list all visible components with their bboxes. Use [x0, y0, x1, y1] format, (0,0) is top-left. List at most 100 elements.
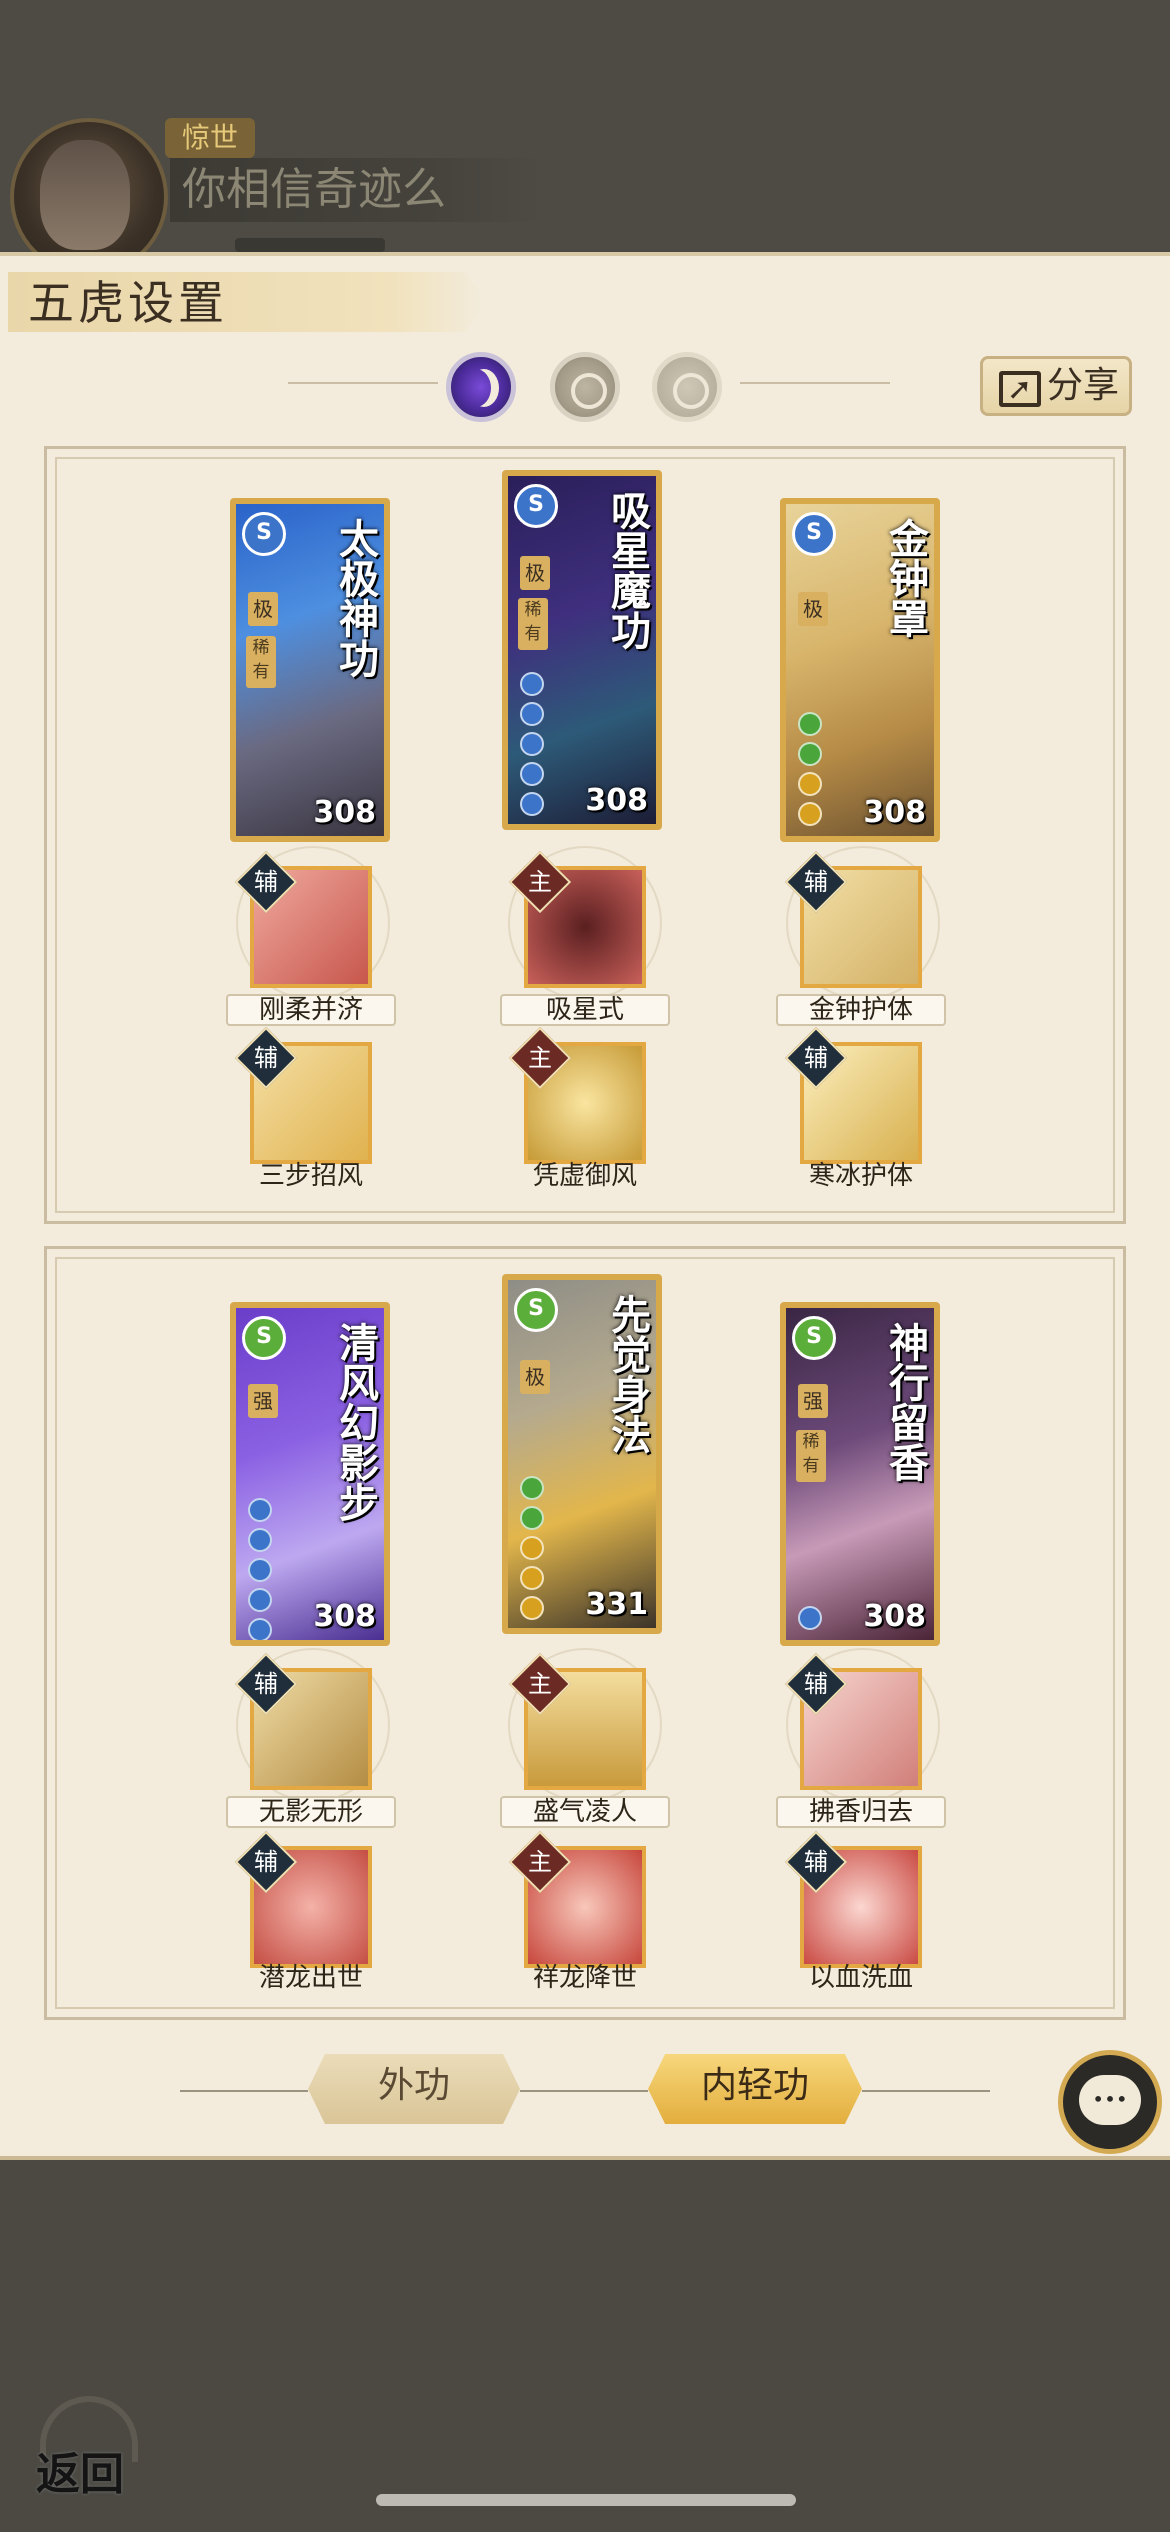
card-grade: 极 — [798, 592, 828, 626]
card-grade: 极 — [520, 556, 550, 590]
card-grade: 极 — [520, 1360, 550, 1394]
skill-slot[interactable]: 辅 — [784, 1830, 922, 1968]
player-nickname: 你相信奇迹么 — [170, 158, 542, 222]
orb — [248, 1558, 272, 1582]
tab-moon-purple[interactable] — [446, 352, 516, 422]
skill-name: 无影无形 — [226, 1796, 396, 1828]
orb — [798, 742, 822, 766]
card-type-badge: S — [792, 1316, 836, 1360]
orb — [520, 1566, 544, 1590]
card-type-badge: S — [792, 512, 836, 556]
skill-slot[interactable]: 辅 — [784, 1652, 922, 1790]
skill-slot[interactable]: 主 — [508, 1830, 646, 1968]
orb — [248, 1618, 272, 1640]
martial-card[interactable]: S 强 稀有 神行留香 308 — [780, 1302, 940, 1646]
orb — [520, 672, 544, 696]
card-grade: 强 — [248, 1384, 278, 1418]
tab-neiqinggong[interactable]: 内轻功 — [648, 2054, 862, 2124]
martial-card[interactable]: S 极 稀有 吸星魔功 308 — [502, 470, 662, 830]
tab-moon-gray[interactable] — [652, 352, 722, 422]
orb — [520, 1506, 544, 1530]
card-orbs — [798, 1606, 822, 1636]
skill-slot[interactable]: 辅 — [234, 850, 372, 988]
share-label: 分享 — [1047, 365, 1120, 406]
card-grade: 极 — [248, 592, 278, 626]
card-level: 308 — [863, 795, 926, 830]
martial-card[interactable]: S 极 稀有 太极神功 308 — [230, 498, 390, 842]
card-name: 先觉身法 — [604, 1294, 651, 1454]
skill-tag-label: 辅 — [254, 868, 278, 896]
skill-name: 三步招风 — [258, 1161, 363, 1191]
card-level: 308 — [585, 783, 648, 818]
skill-name: 以血洗血 — [808, 1963, 913, 1993]
card-orbs — [520, 672, 544, 822]
card-name: 太极神功 — [332, 518, 379, 678]
card-name: 吸星魔功 — [604, 490, 651, 650]
card-type-badge: S — [242, 512, 286, 556]
share-button[interactable]: 分享 — [980, 356, 1132, 417]
card-name: 清风幻影步 — [332, 1322, 379, 1522]
skill-slot[interactable]: 辅 — [234, 1026, 372, 1164]
card-name: 金钟罩 — [882, 518, 929, 638]
martial-card[interactable]: S 强 清风幻影步 308 — [230, 1302, 390, 1646]
bottom-divider-middle — [520, 2090, 648, 2092]
card-orbs — [798, 712, 822, 832]
score-strip — [235, 238, 385, 252]
skill-tag-label: 辅 — [254, 1044, 278, 1072]
back-label: 返回 — [36, 2449, 124, 2500]
skill-name: 金钟护体 — [776, 994, 946, 1026]
player-avatar — [40, 140, 130, 250]
card-type-badge: S — [242, 1316, 286, 1360]
orb — [798, 1606, 822, 1630]
skill-name: 凭虚御风 — [532, 1161, 637, 1191]
card-rare-tag: 稀有 — [796, 1430, 826, 1482]
orb — [520, 732, 544, 756]
orb — [798, 772, 822, 796]
card-type-badge: S — [514, 484, 558, 528]
panel-title: 五虎设置 — [28, 276, 228, 330]
orb — [520, 1536, 544, 1560]
card-name: 神行留香 — [882, 1322, 929, 1482]
home-indicator — [376, 2494, 796, 2506]
card-rare-tag: 稀有 — [518, 598, 548, 650]
skill-slot[interactable]: 辅 — [784, 1026, 922, 1164]
card-level: 331 — [585, 1587, 648, 1622]
orb — [248, 1528, 272, 1552]
card-grade: 强 — [798, 1384, 828, 1418]
skill-tag-label: 辅 — [254, 1670, 278, 1698]
skill-slot[interactable]: 辅 — [234, 1652, 372, 1790]
card-orbs — [248, 1498, 272, 1640]
orb — [248, 1588, 272, 1612]
orb — [798, 712, 822, 736]
card-type-badge: S — [514, 1288, 558, 1332]
share-icon — [999, 363, 1041, 417]
skill-slot[interactable]: 主 — [508, 850, 646, 988]
skill-name: 潜龙出世 — [258, 1963, 363, 1993]
skill-tag-label: 主 — [528, 1044, 552, 1072]
skill-slot[interactable]: 主 — [508, 1026, 646, 1164]
skill-name: 寒冰护体 — [808, 1161, 913, 1191]
martial-card[interactable]: S 极 金钟罩 308 — [780, 498, 940, 842]
orb — [798, 802, 822, 826]
card-level: 308 — [313, 1599, 376, 1634]
tab-divider-left — [288, 382, 438, 384]
bottom-divider-left — [180, 2090, 308, 2092]
card-level: 308 — [313, 795, 376, 830]
tab-divider-right — [740, 382, 890, 384]
skill-slot[interactable]: 辅 — [784, 850, 922, 988]
orb — [520, 762, 544, 786]
skill-slot[interactable]: 主 — [508, 1652, 646, 1790]
skill-tag-label: 主 — [528, 1670, 552, 1698]
orb — [520, 1476, 544, 1500]
chat-bubble-icon[interactable] — [1058, 2050, 1162, 2154]
skill-tag-label: 主 — [528, 868, 552, 896]
back-button[interactable]: 返回 — [30, 2392, 150, 2502]
tab-waigong[interactable]: 外功 — [308, 2054, 520, 2124]
skill-name: 刚柔并济 — [226, 994, 396, 1026]
skill-tag-label: 辅 — [804, 1848, 828, 1876]
skill-slot[interactable]: 辅 — [234, 1830, 372, 1968]
martial-card[interactable]: S 极 先觉身法 331 — [502, 1274, 662, 1634]
tab-sun-gray[interactable] — [550, 352, 620, 422]
skill-tag-label: 辅 — [804, 1044, 828, 1072]
card-rare-tag: 稀有 — [246, 636, 276, 688]
